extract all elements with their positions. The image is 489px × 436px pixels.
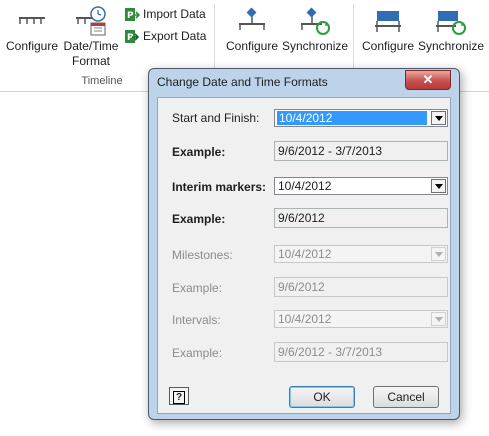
milestones-example: 9/6/2012 bbox=[274, 277, 448, 297]
configure-milestone-icon bbox=[239, 7, 265, 30]
synchronize-label: Synchronize bbox=[282, 39, 349, 53]
synchronize-milestone-icon bbox=[301, 7, 330, 35]
close-icon: ✕ bbox=[422, 72, 434, 87]
export-data-label: Export Data bbox=[143, 29, 207, 43]
help-button[interactable]: ? bbox=[169, 387, 189, 405]
dropdown-arrow-icon[interactable] bbox=[431, 179, 446, 193]
dialog-title: Change Date and Time Formats bbox=[157, 75, 328, 89]
date-time-label: Date/Time bbox=[63, 39, 119, 53]
ok-button[interactable]: OK bbox=[289, 386, 355, 408]
start-finish-dropdown[interactable]: 10/4/2012 bbox=[274, 109, 448, 127]
svg-text:P: P bbox=[127, 11, 134, 21]
intervals-example: 9/6/2012 - 3/7/2013 bbox=[274, 342, 448, 362]
interim-markers-dropdown[interactable]: 10/4/2012 bbox=[274, 177, 448, 195]
configure-interval-button[interactable]: Configure bbox=[358, 6, 418, 54]
configure-label: Configure bbox=[5, 39, 59, 53]
synchronize-label-2: Synchronize bbox=[418, 39, 485, 53]
example-label: Example: bbox=[172, 145, 226, 159]
start-finish-label: Start and Finish: bbox=[172, 111, 260, 125]
export-data-button[interactable]: P Export Data bbox=[124, 27, 206, 47]
group-label-timeline: Timeline bbox=[81, 75, 123, 87]
export-data-icon: P bbox=[125, 29, 140, 43]
example-label: Example: bbox=[172, 212, 226, 226]
interim-markers-value: 10/4/2012 bbox=[278, 179, 332, 193]
configure-milestone-button[interactable]: Configure bbox=[222, 6, 282, 54]
configure-label-2: Configure bbox=[225, 39, 279, 53]
intervals-value: 10/4/2012 bbox=[278, 312, 332, 326]
configure-label-3: Configure bbox=[361, 39, 415, 53]
cancel-button[interactable]: Cancel bbox=[373, 386, 439, 408]
interim-markers-example: 9/6/2012 bbox=[274, 208, 448, 228]
configure-interval-icon bbox=[375, 11, 401, 32]
start-finish-value: 10/4/2012 bbox=[277, 111, 427, 125]
intervals-dropdown: 10/4/2012 bbox=[274, 310, 448, 328]
help-icon: ? bbox=[172, 391, 186, 404]
milestones-value: 10/4/2012 bbox=[278, 247, 332, 261]
dropdown-arrow-icon bbox=[431, 312, 446, 326]
configure-timeline-button[interactable]: Configure bbox=[4, 6, 60, 54]
import-data-icon: P bbox=[125, 7, 141, 21]
import-data-button[interactable]: P Import Data bbox=[124, 5, 206, 25]
close-button[interactable]: ✕ bbox=[405, 70, 451, 90]
example-label: Example: bbox=[172, 281, 223, 295]
date-time-format-icon bbox=[76, 6, 106, 36]
start-finish-example: 9/6/2012 - 3/7/2013 bbox=[274, 141, 448, 161]
date-time-label-format: Format bbox=[71, 54, 110, 68]
configure-timeline-icon bbox=[19, 17, 45, 24]
date-time-format-button[interactable]: Date/Time Format bbox=[60, 6, 122, 69]
synchronize-milestone-button[interactable]: Synchronize bbox=[282, 6, 348, 54]
change-date-time-formats-dialog: Change Date and Time Formats ✕ Start and… bbox=[148, 68, 460, 420]
import-data-label: Import Data bbox=[143, 7, 206, 21]
svg-text:P: P bbox=[127, 33, 134, 43]
dropdown-arrow-icon[interactable] bbox=[431, 111, 446, 125]
milestones-dropdown: 10/4/2012 bbox=[274, 245, 448, 263]
synchronize-interval-icon bbox=[436, 11, 466, 35]
dialog-body: Start and Finish: 10/4/2012 Example: 9/6… bbox=[157, 97, 451, 383]
example-label: Example: bbox=[172, 346, 223, 360]
intervals-label: Intervals: bbox=[172, 313, 221, 327]
interim-markers-label: Interim markers: bbox=[172, 180, 267, 194]
synchronize-interval-button[interactable]: Synchronize bbox=[418, 6, 484, 54]
milestones-label: Milestones: bbox=[172, 248, 233, 262]
dropdown-arrow-icon bbox=[431, 247, 446, 261]
